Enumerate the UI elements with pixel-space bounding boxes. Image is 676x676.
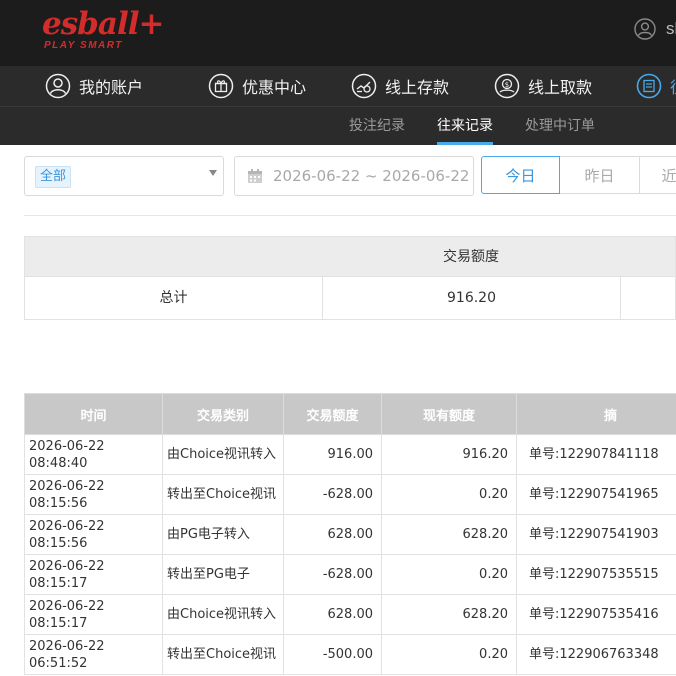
cell-amount: -500.00 [283,634,382,675]
column-header-summary: 摘 [516,393,676,435]
cell-time: 2026-06-22 08:15:56 [24,514,163,555]
cell-type: 由Choice视讯转入 [162,594,284,635]
nav-label: 线上存款 [385,78,450,97]
table-row: 2026-06-22 08:15:56 由PG电子转入 628.00 628.2… [24,514,676,555]
tab-bet-records[interactable]: 投注纪录 [349,107,405,145]
gift-icon [208,73,234,99]
cell-amount: -628.00 [283,554,382,595]
svg-text:$: $ [505,81,509,89]
cell-time: 2026-06-22 06:51:52 [24,634,163,675]
logo-tagline: PLAY SMART [44,40,123,51]
cell-balance: 628.20 [381,594,517,635]
nav-label: 我的账户 [79,78,144,97]
cell-type: 由PG电子转入 [162,514,284,555]
transaction-records-table: 时间 交易类别 交易额度 现有额度 摘 2026-06-22 08:48:40 … [24,393,676,675]
column-header-type: 交易类别 [162,393,284,435]
username: sl [666,19,676,38]
cell-type: 由Choice视讯转入 [162,434,284,475]
user-menu[interactable]: sl [634,17,676,41]
cell-order-number: 单号:122907541965 [516,474,676,515]
cell-type: 转出至PG电子 [162,554,284,595]
cell-order-number: 单号:122907535416 [516,594,676,635]
caret-down-icon [209,170,217,176]
table-row: 2026-06-22 08:15:56 转出至Choice视讯 -628.00 … [24,474,676,515]
main-nav: 我的账户 优惠中心 线上存款 $ 线上取款 [0,66,676,107]
column-header-time: 时间 [24,393,163,435]
table-header-row: 时间 交易类别 交易额度 现有额度 摘 [24,393,676,435]
cell-balance: 0.20 [381,474,517,515]
cell-time: 2026-06-22 08:15:17 [24,594,163,635]
table-row: 2026-06-22 08:15:17 转出至PG电子 -628.00 0.20… [24,554,676,595]
tab-transaction-records[interactable]: 往来记录 [437,107,493,145]
column-header-amount: 交易额度 [283,393,382,435]
cell-time: 2026-06-22 08:48:40 [24,434,163,475]
nav-my-account[interactable]: 我的账户 [45,66,143,106]
cell-amount: -628.00 [283,474,382,515]
cell-type: 转出至Choice视讯 [162,634,284,675]
table-row: 2026-06-22 08:48:40 由Choice视讯转入 916.00 9… [24,434,676,475]
section-divider [24,215,676,216]
cell-amount: 916.00 [283,434,382,475]
cell-balance: 916.20 [381,434,517,475]
date-range-value: 2026-06-22 ~ 2026-06-22 [273,167,470,185]
tab-pending-orders[interactable]: 处理中订单 [525,107,595,145]
user-circle-icon [45,73,71,99]
recent-button[interactable]: 近 [639,156,676,194]
nav-records[interactable]: 往 [636,66,676,106]
cell-type: 转出至Choice视讯 [162,474,284,515]
cell-amount: 628.00 [283,514,382,555]
records-icon [636,73,662,99]
cell-time: 2026-06-22 08:15:56 [24,474,163,515]
cell-time: 2026-06-22 08:15:17 [24,554,163,595]
cell-order-number: 单号:122906763348 [516,634,676,675]
nav-label: 往 [670,74,676,98]
cell-order-number: 单号:122907841118 [516,434,676,475]
today-button[interactable]: 今日 [481,156,560,194]
sub-nav: 投注纪录 往来记录 处理中订单 [0,107,676,145]
summary-total-label: 总计 [25,277,323,319]
summary-header: 交易额度 [24,236,676,277]
cell-amount: 628.00 [283,594,382,635]
nav-promotions[interactable]: 优惠中心 [208,66,306,106]
logo-wordmark: esball+ [42,6,164,42]
summary-total-value: 916.20 [323,277,621,319]
date-range-picker[interactable]: 2026-06-22 ~ 2026-06-22 [234,156,474,196]
top-bar: esball+ PLAY SMART sl [0,0,676,66]
cell-balance: 0.20 [381,634,517,675]
cell-order-number: 单号:122907535515 [516,554,676,595]
deposit-icon [351,73,377,99]
selected-type-chip: 全部 [35,166,72,188]
summary-amount-header: 交易额度 [443,249,499,265]
user-avatar-icon [634,18,656,40]
withdraw-icon: $ [494,73,520,99]
calendar-icon [248,169,262,183]
cell-balance: 0.20 [381,554,517,595]
nav-online-deposit[interactable]: 线上存款 [351,66,449,106]
cell-order-number: 单号:122907541903 [516,514,676,555]
table-row: 2026-06-22 08:15:17 由Choice视讯转入 628.00 6… [24,594,676,635]
column-header-balance: 现有额度 [381,393,517,435]
esball-logo[interactable]: esball+ PLAY SMART [42,6,164,56]
nav-label: 线上取款 [528,78,593,97]
nav-label: 优惠中心 [242,78,307,97]
cell-balance: 628.20 [381,514,517,555]
yesterday-button[interactable]: 昨日 [560,156,640,194]
nav-online-withdraw[interactable]: $ 线上取款 [494,66,592,106]
summary-total-row: 总计 916.20 [24,277,676,320]
table-row: 2026-06-22 06:51:52 转出至Choice视讯 -500.00 … [24,634,676,675]
transaction-type-select[interactable]: 全部 [24,156,224,196]
